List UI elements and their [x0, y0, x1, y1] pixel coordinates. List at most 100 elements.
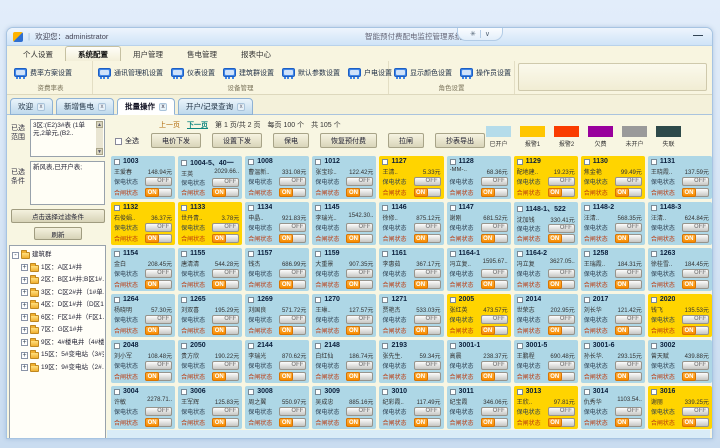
- supply-status-toggle[interactable]: OFF: [682, 315, 709, 324]
- breaker-status-toggle[interactable]: ON: [615, 234, 642, 243]
- meter-checkbox[interactable]: [114, 251, 120, 257]
- breaker-status-toggle[interactable]: ON: [548, 326, 575, 335]
- supply-status-toggle[interactable]: OFF: [346, 223, 373, 232]
- supply-status-toggle[interactable]: OFF: [212, 269, 239, 278]
- breaker-status-toggle[interactable]: ON: [212, 418, 239, 427]
- meter-checkbox[interactable]: [584, 297, 590, 303]
- supply-status-toggle[interactable]: OFF: [615, 177, 642, 186]
- supply-status-toggle[interactable]: OFF: [145, 223, 172, 232]
- ribbon-button[interactable]: 建筑群设置: [219, 63, 278, 83]
- tree-root[interactable]: - 建筑群: [12, 249, 104, 262]
- meter-card[interactable]: 3001-5王鹏程690.48元保电状态OFF合闸状态ON: [514, 340, 578, 383]
- tab-0[interactable]: 欢迎x: [10, 98, 53, 115]
- supply-status-toggle[interactable]: OFF: [279, 361, 306, 370]
- meter-checkbox[interactable]: [114, 205, 120, 211]
- tab-2[interactable]: 批量操作x: [117, 98, 175, 115]
- meter-card[interactable]: 1258王瑞霞..184.31元保电状态OFF合闸状态ON: [581, 248, 645, 291]
- meter-checkbox[interactable]: [382, 343, 388, 349]
- meter-card[interactable]: 3001-1高晨238.37元保电状态OFF合闸状态ON: [447, 340, 511, 383]
- breaker-status-toggle[interactable]: ON: [414, 188, 441, 197]
- meter-card[interactable]: 1263徐桂雪..184.45元保电状态OFF合闸状态ON: [648, 248, 712, 291]
- meter-card[interactable]: 3009吴成忠885.16元保电状态OFF合闸状态ON: [312, 386, 376, 429]
- meter-card[interactable]: 1130焦金艳99.49元保电状态OFF合闸状态ON: [581, 156, 645, 199]
- breaker-status-toggle[interactable]: ON: [414, 326, 441, 335]
- meter-checkbox[interactable]: [181, 251, 187, 257]
- expand-icon[interactable]: +: [21, 352, 28, 359]
- meter-checkbox[interactable]: [114, 389, 120, 395]
- supply-status-toggle[interactable]: OFF: [212, 361, 239, 370]
- breaker-status-toggle[interactable]: ON: [548, 188, 575, 197]
- expand-icon[interactable]: +: [21, 364, 28, 371]
- breaker-status-toggle[interactable]: ON: [145, 280, 172, 289]
- meter-checkbox[interactable]: [584, 205, 590, 211]
- supply-status-toggle[interactable]: OFF: [682, 177, 709, 186]
- breaker-status-toggle[interactable]: ON: [481, 326, 508, 335]
- meter-checkbox[interactable]: [181, 160, 187, 166]
- meter-checkbox[interactable]: [382, 159, 388, 165]
- ribbon-button[interactable]: 显示颜色设置: [390, 63, 456, 83]
- supply-status-toggle[interactable]: OFF: [481, 361, 508, 370]
- meter-checkbox[interactable]: [450, 297, 456, 303]
- breaker-status-toggle[interactable]: ON: [346, 234, 373, 243]
- breaker-status-toggle[interactable]: ON: [145, 326, 172, 335]
- meter-card[interactable]: 3010纪彩霞..117.49元保电状态OFF合闸状态ON: [379, 386, 443, 429]
- supply-status-toggle[interactable]: OFF: [481, 223, 508, 232]
- meter-checkbox[interactable]: [181, 343, 187, 349]
- meter-checkbox[interactable]: [315, 297, 321, 303]
- breaker-status-toggle[interactable]: ON: [414, 280, 441, 289]
- supply-status-toggle[interactable]: OFF: [682, 269, 709, 278]
- breaker-status-toggle[interactable]: ON: [346, 418, 373, 427]
- meter-checkbox[interactable]: [651, 297, 657, 303]
- breaker-status-toggle[interactable]: ON: [682, 326, 709, 335]
- refresh-button[interactable]: 刷新: [34, 227, 82, 240]
- meter-card[interactable]: 3014仇秀华1103.54..保电状态OFF合闸状态ON: [581, 386, 645, 429]
- action-button-1[interactable]: 设置下发: [212, 133, 262, 148]
- supply-status-toggle[interactable]: OFF: [615, 361, 642, 370]
- meter-checkbox[interactable]: [450, 159, 456, 165]
- supply-status-toggle[interactable]: OFF: [414, 269, 441, 278]
- breaker-status-toggle[interactable]: ON: [279, 188, 306, 197]
- meter-checkbox[interactable]: [315, 205, 321, 211]
- meter-card[interactable]: 1164-2冯立复3627.05..保电状态OFF合闸状态ON: [514, 248, 578, 291]
- supply-status-toggle[interactable]: OFF: [682, 361, 709, 370]
- supply-status-toggle[interactable]: OFF: [481, 407, 508, 416]
- breaker-status-toggle[interactable]: ON: [212, 188, 239, 197]
- breaker-status-toggle[interactable]: ON: [481, 280, 508, 289]
- supply-status-toggle[interactable]: OFF: [145, 315, 172, 324]
- breaker-status-toggle[interactable]: ON: [548, 234, 575, 243]
- action-button-4[interactable]: 拉闸: [388, 133, 424, 148]
- supply-status-toggle[interactable]: OFF: [279, 315, 306, 324]
- menu-item-0[interactable]: 个人设置: [11, 47, 65, 61]
- meter-card[interactable]: 1157钱杰686.99元保电状态OFF合闸状态ON: [245, 248, 309, 291]
- meter-card[interactable]: 3002曾天赋439.88元保电状态OFF合闸状态ON: [648, 340, 712, 383]
- meter-card[interactable]: 1128-MM-..68.36元保电状态OFF合闸状态ON: [447, 156, 511, 199]
- meter-card[interactable]: 2014世荣志202.95元保电状态OFF合闸状态ON: [514, 294, 578, 337]
- meter-checkbox[interactable]: [248, 343, 254, 349]
- meter-checkbox[interactable]: [382, 389, 388, 395]
- minimize-button[interactable]: —: [693, 29, 703, 43]
- prev-page-link[interactable]: 上一页: [159, 120, 180, 130]
- meter-checkbox[interactable]: [315, 343, 321, 349]
- breaker-status-toggle[interactable]: ON: [481, 418, 508, 427]
- breaker-status-toggle[interactable]: ON: [346, 280, 373, 289]
- meter-checkbox[interactable]: [315, 389, 321, 395]
- meter-checkbox[interactable]: [584, 251, 590, 257]
- breaker-status-toggle[interactable]: ON: [279, 326, 306, 335]
- supply-status-toggle[interactable]: OFF: [615, 407, 642, 416]
- scroll-up-icon[interactable]: ▲: [96, 121, 103, 128]
- supply-status-toggle[interactable]: OFF: [414, 361, 441, 370]
- tree-node-3[interactable]: +4区：D区1#井（D区1…: [12, 299, 104, 312]
- meter-checkbox[interactable]: [248, 251, 254, 257]
- meter-card[interactable]: 1271贾艳杰533.03元保电状态OFF合闸状态ON: [379, 294, 443, 337]
- tree-node-4[interactable]: +6区：F区1#井（F区1…: [12, 312, 104, 325]
- menu-item-3[interactable]: 售电管理: [175, 47, 229, 61]
- breaker-status-toggle[interactable]: ON: [279, 280, 306, 289]
- meter-card[interactable]: 3004许敏2278.71..保电状态OFF合闸状态ON: [111, 386, 175, 429]
- meter-checkbox[interactable]: [382, 251, 388, 257]
- meter-checkbox[interactable]: [651, 389, 657, 395]
- breaker-status-toggle[interactable]: ON: [682, 418, 709, 427]
- meter-card[interactable]: 1147谢刚681.52元保电状态OFF合闸状态ON: [447, 202, 511, 245]
- supply-status-toggle[interactable]: OFF: [212, 407, 239, 416]
- breaker-status-toggle[interactable]: ON: [615, 326, 642, 335]
- menu-item-1[interactable]: 系统配置: [65, 46, 121, 61]
